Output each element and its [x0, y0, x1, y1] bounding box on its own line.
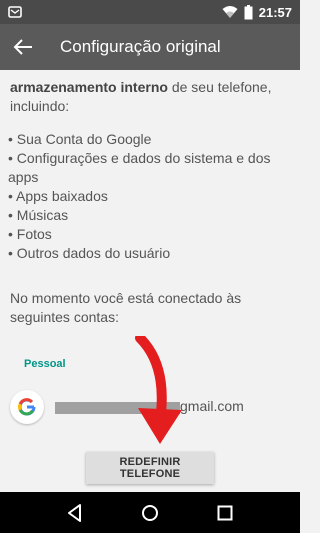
- intro-bold: armazenamento interno: [10, 79, 168, 95]
- list-item: • Outros dados do usuário: [8, 245, 171, 261]
- nav-recents-icon[interactable]: [214, 502, 236, 524]
- status-right: 21:57: [222, 4, 292, 20]
- connected-accounts-text: No momento você está conectado às seguin…: [10, 290, 242, 325]
- content-area: armazenamento interno de seu telefone, i…: [0, 70, 300, 492]
- battery-icon: [244, 4, 253, 19]
- navigation-bar: [0, 492, 300, 533]
- list-item: • Fotos: [8, 226, 52, 242]
- red-arrow-annotation: [135, 336, 182, 444]
- back-arrow-icon[interactable]: [12, 36, 34, 58]
- list-item: apps: [8, 169, 39, 185]
- list-item: • Configurações e dados do sistema e dos: [8, 150, 271, 166]
- status-bar: 21:57: [0, 0, 300, 24]
- account-avatar: [10, 390, 44, 424]
- intro-paragraph: armazenamento interno de seu telefone, i…: [10, 78, 295, 116]
- nav-back-icon[interactable]: [64, 502, 86, 524]
- page-title: Configuração original: [60, 37, 221, 56]
- app-bar: Configuração original: [0, 24, 300, 70]
- reset-phone-button[interactable]: REDEFINIR TELEFONE: [86, 452, 214, 484]
- status-time: 21:57: [258, 4, 292, 20]
- list-item: • Apps baixados: [8, 188, 108, 204]
- wifi-icon: [222, 6, 238, 18]
- google-icon: [18, 398, 36, 416]
- nav-home-icon[interactable]: [139, 502, 161, 524]
- list-item: • Músicas: [8, 207, 69, 223]
- notification-icon: [8, 6, 22, 18]
- data-list: • Sua Conta do Google • Configurações e …: [8, 130, 271, 263]
- list-item: • Sua Conta do Google: [8, 131, 152, 147]
- section-label-personal: Pessoal: [24, 358, 66, 370]
